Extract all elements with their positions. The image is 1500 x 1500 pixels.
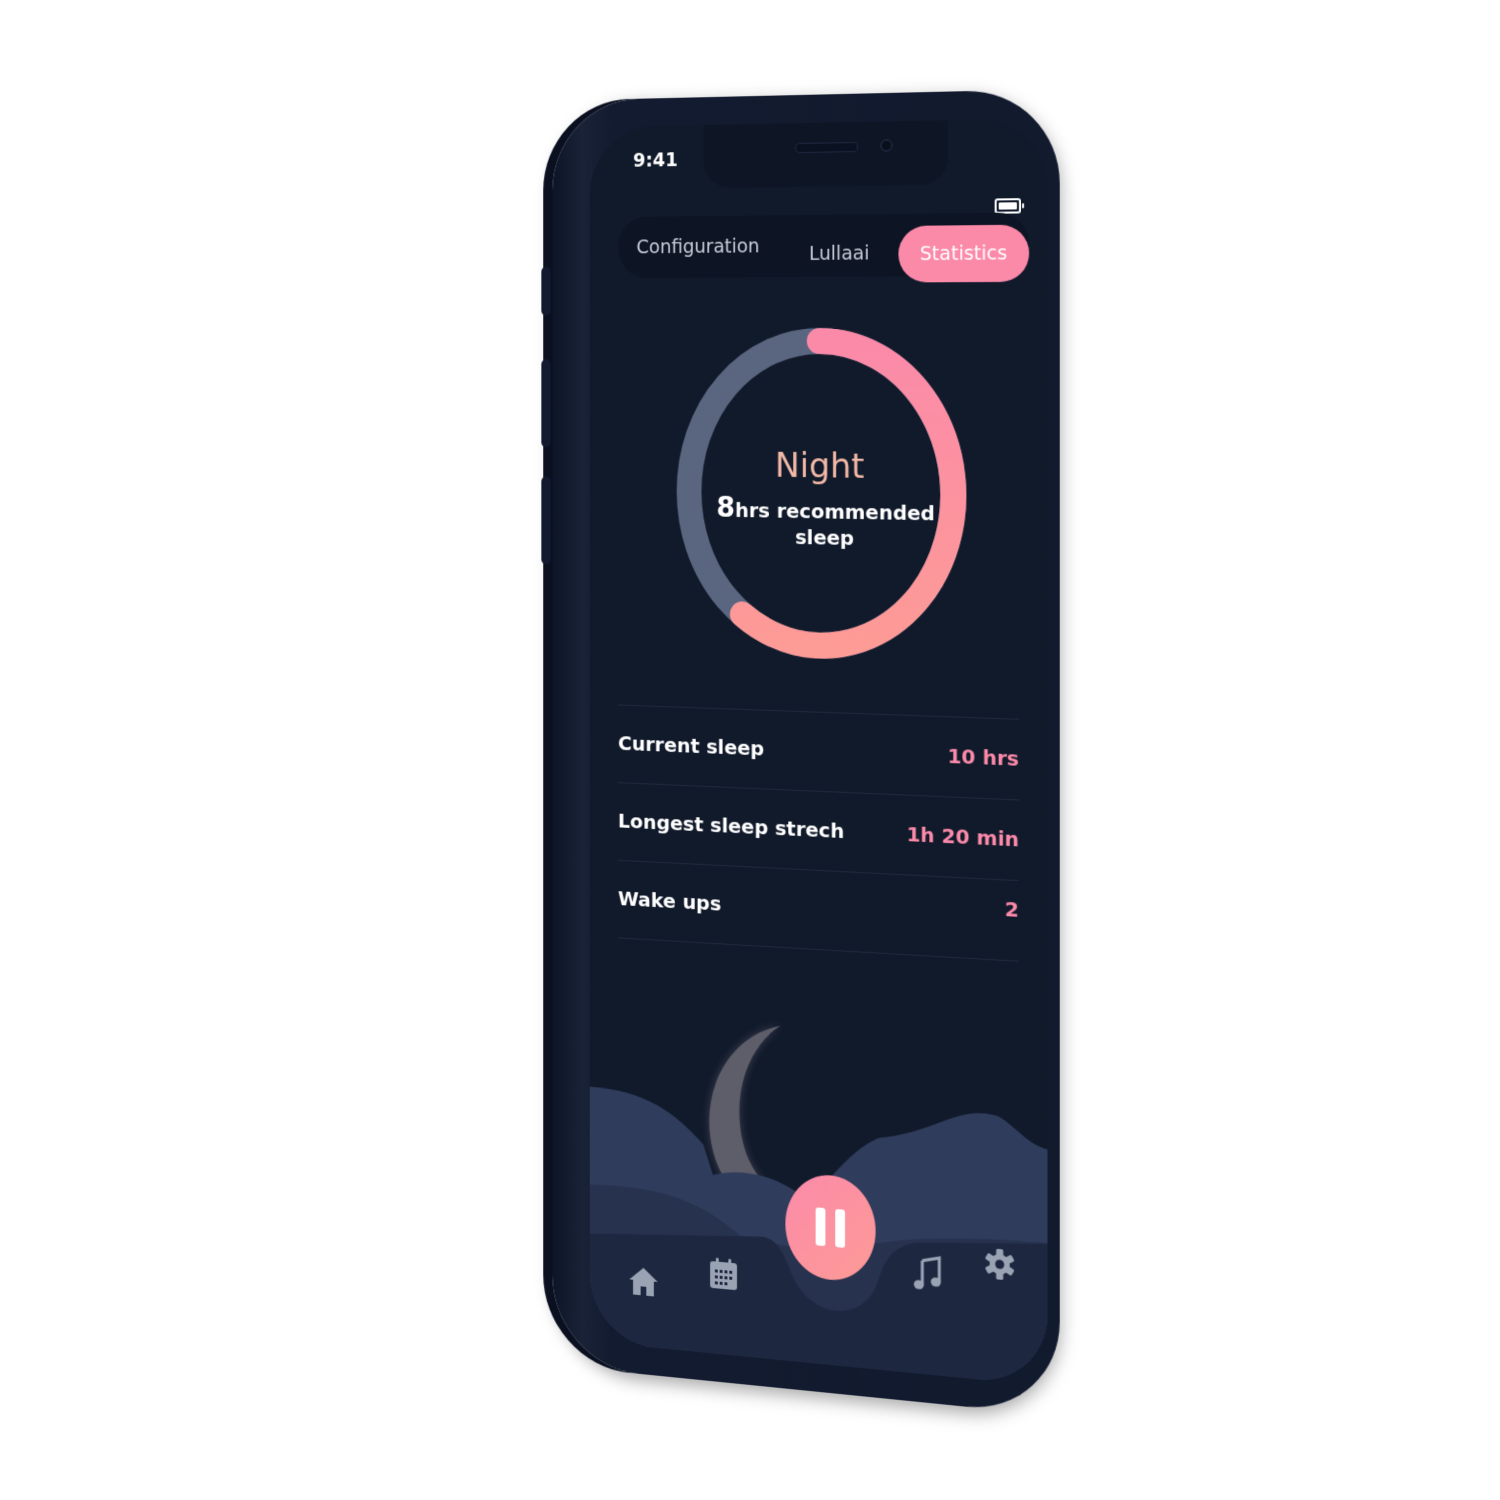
nav-calendar[interactable] [708, 1256, 739, 1296]
pause-icon-bar [835, 1208, 846, 1248]
pause-icon [815, 1207, 826, 1247]
recommended-label: hrs recommended [734, 497, 935, 526]
tab-lullaai[interactable]: Lullaai [781, 222, 899, 285]
stat-value: 2 [1004, 896, 1019, 922]
front-camera [880, 139, 893, 152]
stat-value: 10 hrs [947, 743, 1019, 771]
recommended-hours: 8 [716, 490, 735, 524]
stat-label: Longest sleep strech [617, 808, 845, 844]
stat-label: Current sleep [617, 731, 765, 761]
sleep-progress-ring: Night 8hrs recommended sleep [675, 328, 969, 663]
stat-value: 1h 20 min [906, 821, 1019, 852]
notch [703, 119, 949, 189]
speaker-grille [795, 141, 858, 154]
nav-music[interactable] [913, 1252, 943, 1297]
ring-title: Night [775, 445, 865, 487]
stat-label: Wake ups [617, 886, 722, 916]
volume-up-button [541, 359, 551, 448]
nav-settings[interactable] [984, 1246, 1016, 1288]
home-icon [629, 1266, 658, 1297]
tab-configuration[interactable]: Configuration [631, 215, 765, 278]
music-note-icon [913, 1252, 943, 1293]
phone-device: 9:41 Configuration Lullaai Statistics Ni… [541, 88, 1060, 1417]
nav-home[interactable] [627, 1264, 659, 1302]
tab-bar: Configuration Lullaai Statistics [617, 212, 1030, 283]
night-scene [589, 989, 1048, 1387]
battery-icon [994, 198, 1022, 214]
volume-down-button [541, 476, 551, 565]
stage: 9:41 Configuration Lullaai Statistics Ni… [0, 0, 1500, 1500]
sleep-stats-list: Current sleep 10 hrs Longest sleep strec… [617, 704, 1019, 962]
tab-statistics[interactable]: Statistics [898, 224, 1030, 283]
calendar-icon [710, 1257, 738, 1291]
status-time: 9:41 [633, 149, 678, 172]
gear-icon [984, 1248, 1015, 1280]
mute-switch [541, 266, 551, 316]
app-screen: 9:41 Configuration Lullaai Statistics Ni… [589, 117, 1048, 1387]
recommended-label-line2: sleep [795, 524, 855, 551]
recommended-sleep-text: 8hrs recommended sleep [713, 491, 938, 553]
